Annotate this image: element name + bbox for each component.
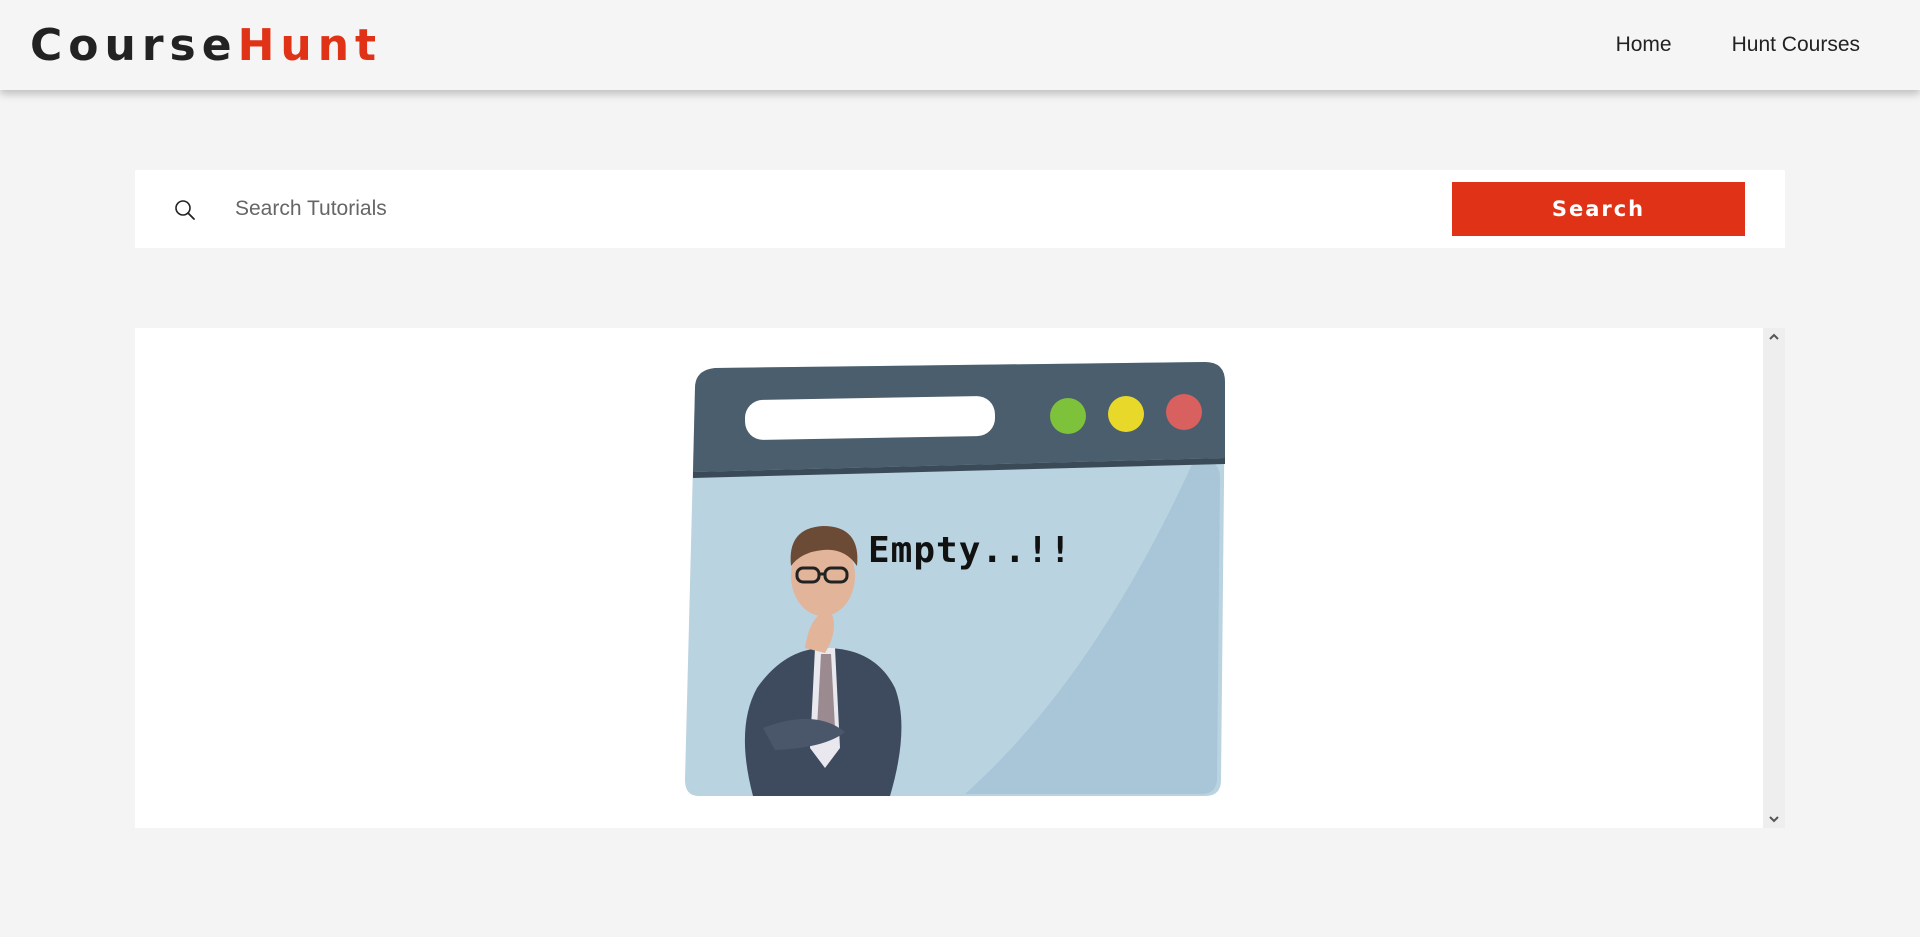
- empty-browser-illustration: [685, 362, 1225, 796]
- search-button[interactable]: Search: [1452, 182, 1745, 236]
- empty-message: Empty..!!: [868, 530, 1073, 571]
- navbar: CourseHunt Home Hunt Courses: [0, 0, 1920, 90]
- search-input[interactable]: [235, 184, 1535, 234]
- logo-text-course: Course: [30, 19, 238, 71]
- search-icon: [175, 200, 195, 220]
- logo[interactable]: CourseHunt: [30, 20, 382, 71]
- nav-hunt-courses-link[interactable]: Hunt Courses: [1732, 33, 1860, 57]
- nav-home-link[interactable]: Home: [1616, 33, 1672, 57]
- vertical-scrollbar[interactable]: [1763, 328, 1785, 828]
- chevron-up-icon[interactable]: [1767, 330, 1781, 344]
- chevron-down-icon[interactable]: [1767, 812, 1781, 826]
- results-panel: Empty..!!: [135, 328, 1785, 828]
- search-bar: Search: [135, 170, 1785, 248]
- nav-links: Home Hunt Courses: [1556, 33, 1860, 57]
- logo-text-hunt: Hunt: [237, 19, 383, 71]
